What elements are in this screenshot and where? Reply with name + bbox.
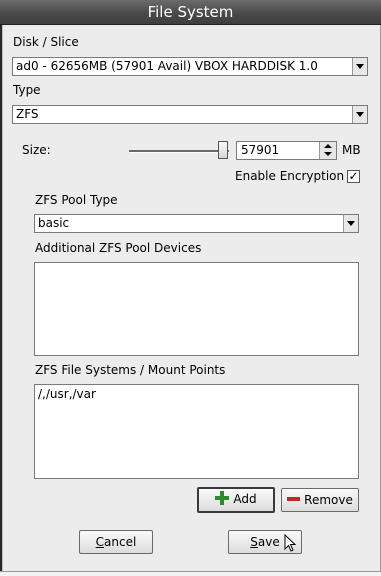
mouse-cursor-icon [284,534,297,552]
chevron-down-icon[interactable] [352,58,367,75]
zfs-pool-type-label: ZFS Pool Type [35,193,118,207]
remove-button[interactable]: Remove [281,488,359,512]
cancel-label: ancel [104,535,137,549]
minus-icon [287,497,301,501]
file-system-dialog: Disk / Slice ad0 - 62656MB (57901 Avail)… [2,25,381,571]
filesystems-label: ZFS File Systems / Mount Points [35,363,226,377]
plus-icon [215,491,230,505]
type-value: ZFS [16,107,39,121]
size-slider-handle[interactable] [218,141,228,159]
remove-label: Remove [304,493,353,507]
size-spinbox[interactable]: 57901 [236,141,337,160]
list-item[interactable]: /,/usr,/var [38,387,96,401]
check-icon: ✓ [348,169,359,183]
size-slider-track[interactable] [129,150,229,153]
pool-devices-label: Additional ZFS Pool Devices [35,241,202,255]
disk-slice-value: ad0 - 62656MB (57901 Avail) VBOX HARDDIS… [16,59,318,73]
chevron-down-icon[interactable] [343,215,358,232]
add-label: Add [233,492,257,506]
save-mnemonic: S [250,535,258,549]
type-select[interactable]: ZFS [12,105,368,124]
cancel-mnemonic: C [95,535,105,549]
window-title: File System [0,0,381,25]
size-label: Size: [22,143,51,157]
size-unit: MB [342,143,361,157]
pool-devices-list[interactable] [34,262,359,356]
type-label: Type [13,83,41,97]
disk-slice-label: Disk / Slice [13,35,79,49]
cancel-button[interactable]: Cancel [79,530,153,554]
bottom-edge [0,571,381,576]
disk-slice-select[interactable]: ad0 - 62656MB (57901 Avail) VBOX HARDDIS… [12,57,368,76]
size-value: 57901 [241,143,280,157]
encryption-checkbox[interactable]: ✓ [347,170,360,183]
zfs-pool-type-select[interactable]: basic [34,214,359,233]
zfs-pool-type-value: basic [38,216,70,230]
save-label: ave [257,535,280,549]
chevron-down-icon[interactable] [352,106,367,123]
add-button[interactable]: Add [197,487,275,513]
spin-down-icon[interactable] [319,150,336,159]
encryption-label: Enable Encryption [235,169,345,183]
filesystems-list[interactable]: /,/usr,/var [34,384,359,479]
